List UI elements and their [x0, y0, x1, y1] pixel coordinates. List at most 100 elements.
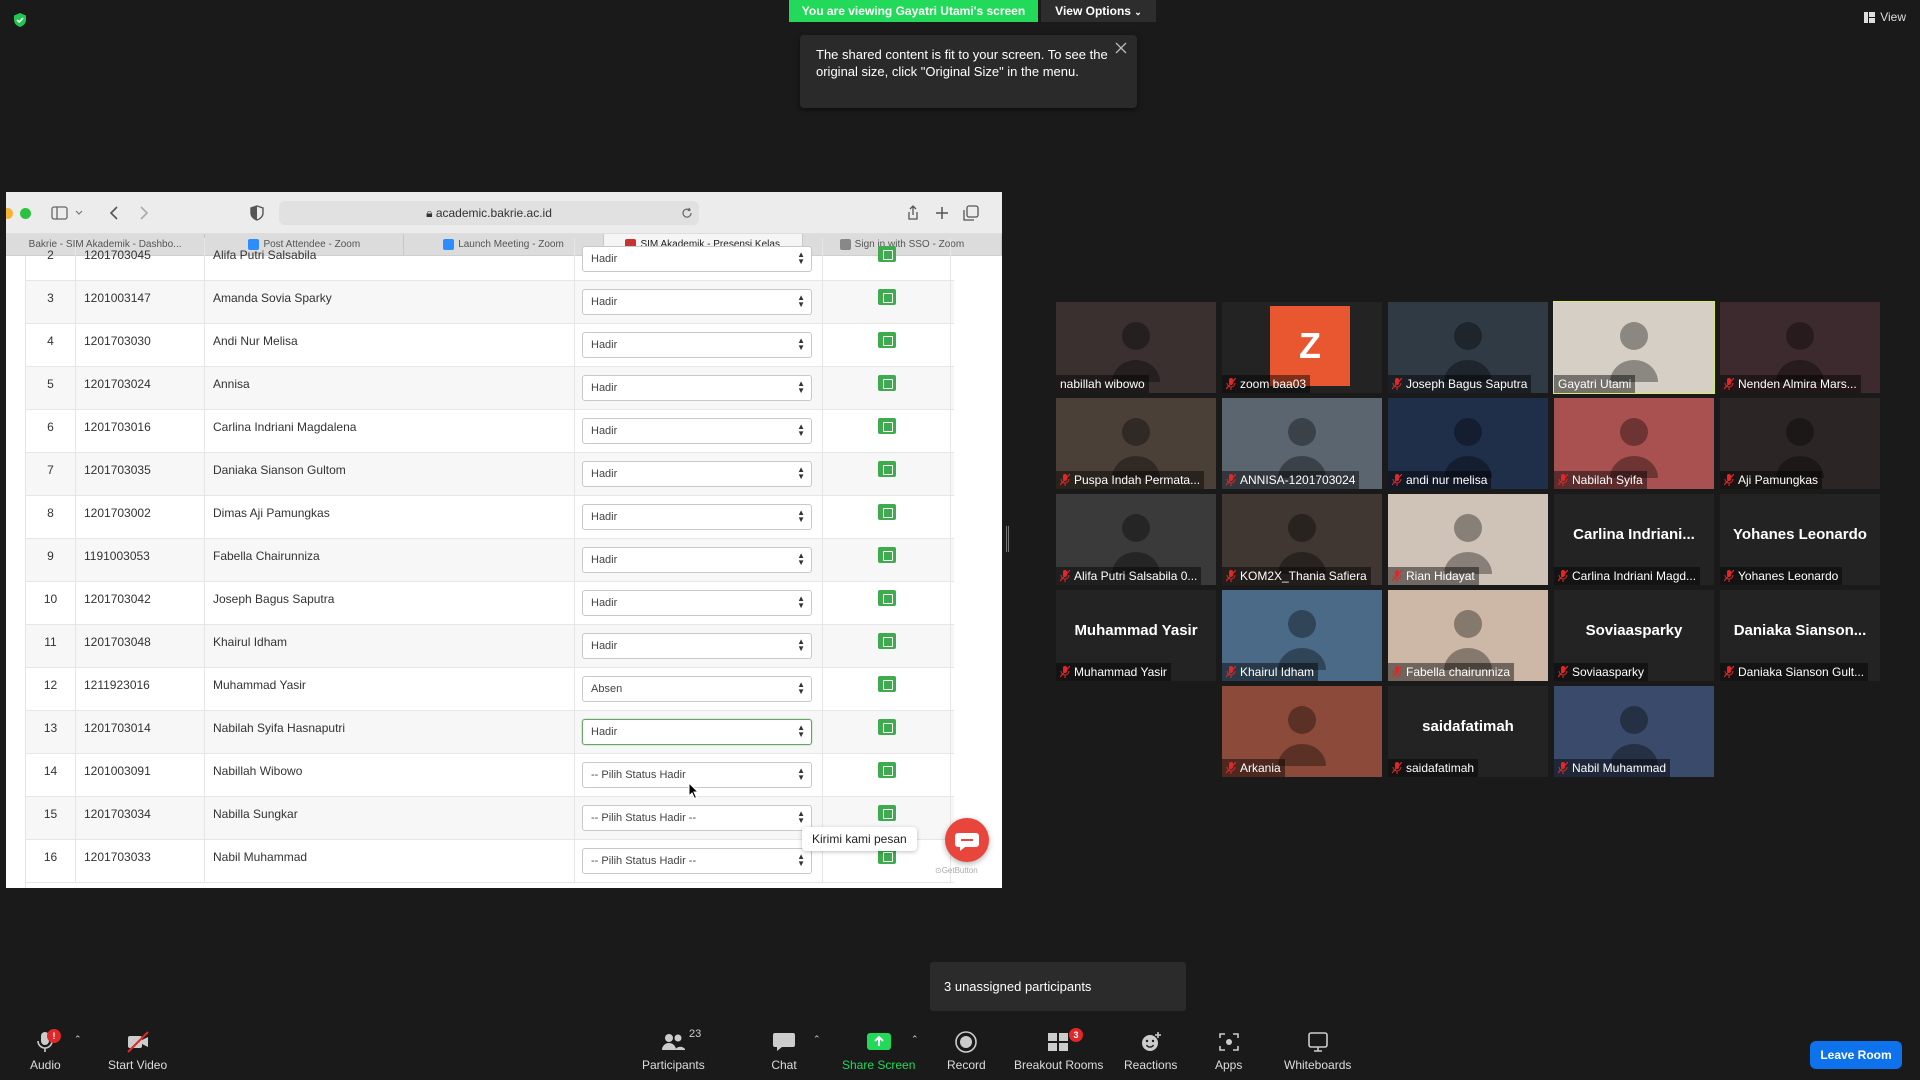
share-icon[interactable]	[904, 204, 922, 222]
participant-tile[interactable]: Joseph Bagus Saputra	[1388, 302, 1548, 393]
save-icon[interactable]	[878, 246, 896, 262]
attendance-status-select[interactable]: Hadir ▲ ▼	[582, 375, 812, 401]
unassigned-participants-popup[interactable]: 3 unassigned participants	[930, 962, 1186, 1011]
attendance-status-select[interactable]: Hadir ▲ ▼	[582, 418, 812, 444]
window-close-dot[interactable]	[6, 208, 13, 219]
muted-mic-icon	[1724, 378, 1734, 390]
participant-tile[interactable]: Puspa Indah Permata...	[1056, 398, 1216, 489]
participant-tile[interactable]: ANNISA-1201703024	[1222, 398, 1382, 489]
participant-tile[interactable]: andi nur melisa	[1388, 398, 1548, 489]
save-icon[interactable]	[878, 504, 896, 520]
action-cell	[823, 582, 951, 625]
attendance-status-select[interactable]: -- Pilih Status Hadir -- ▲ ▼	[582, 805, 812, 831]
muted-mic-icon	[1392, 762, 1402, 774]
save-icon[interactable]	[878, 461, 896, 477]
participant-tile[interactable]: Yohanes Leonardo Yohanes Leonardo	[1720, 494, 1880, 585]
privacy-shield-icon[interactable]	[248, 204, 266, 222]
save-icon[interactable]	[878, 418, 896, 434]
attendance-status-select[interactable]: Hadir ▲ ▼	[582, 504, 812, 530]
reload-icon[interactable]	[681, 207, 693, 219]
tab-overview-icon[interactable]	[962, 204, 980, 222]
save-icon[interactable]	[878, 676, 896, 692]
forward-icon[interactable]	[134, 204, 152, 222]
save-icon[interactable]	[878, 289, 896, 305]
save-icon[interactable]	[878, 805, 896, 821]
attendance-status-select[interactable]: Hadir ▲ ▼	[582, 590, 812, 616]
view-button[interactable]: View	[1864, 10, 1906, 24]
select-arrows-icon: ▲ ▼	[797, 379, 805, 395]
participant-name: Yohanes Leonardo	[1738, 569, 1839, 583]
leave-room-button[interactable]: Leave Room	[1810, 1041, 1902, 1069]
participant-tile[interactable]: Soviaasparky Soviaasparky	[1554, 590, 1714, 681]
attendance-status-select[interactable]: Hadir ▲ ▼	[582, 246, 812, 272]
attendance-status-select[interactable]: Hadir ▲ ▼	[582, 633, 812, 659]
chat-button[interactable]: Chat	[771, 1030, 797, 1072]
participant-tile[interactable]: Zzoom baa03	[1222, 302, 1382, 393]
attendance-status-select[interactable]: Absen ▲ ▼	[582, 676, 812, 702]
participant-tile[interactable]: nabillah wibowo	[1056, 302, 1216, 393]
save-icon[interactable]	[878, 719, 896, 735]
participant-tile[interactable]: Carlina Indriani... Carlina Indriani Magd…	[1554, 494, 1714, 585]
participant-tile[interactable]: saidafatimah saidafatimah	[1388, 686, 1548, 777]
whiteboards-button[interactable]: Whiteboards	[1284, 1030, 1351, 1072]
split-view-handle[interactable]	[1006, 526, 1009, 552]
attendance-status-select[interactable]: Hadir ▲ ▼	[582, 289, 812, 315]
save-icon[interactable]	[878, 375, 896, 391]
participant-tile[interactable]: Khairul Idham	[1222, 590, 1382, 681]
chat-widget-label[interactable]: Kirimi kami pesan	[802, 827, 917, 851]
participant-tile[interactable]: Muhammad Yasir Muhammad Yasir	[1056, 590, 1216, 681]
chevron-up-icon[interactable]: ⌃	[911, 1034, 919, 1045]
participant-tile[interactable]: Gayatri Utami	[1553, 301, 1715, 394]
record-button[interactable]: Record	[947, 1030, 986, 1072]
participant-tile[interactable]: Nabil Muhammad	[1554, 686, 1714, 777]
participant-tile[interactable]: Aji Pamungkas	[1720, 398, 1880, 489]
start-video-button[interactable]: Start Video	[108, 1030, 167, 1072]
close-icon[interactable]	[1113, 40, 1129, 56]
new-tab-icon[interactable]	[933, 204, 951, 222]
view-options-button[interactable]: View Options ⌄	[1041, 0, 1156, 22]
student-name: Nabil Muhammad	[205, 840, 575, 883]
attendance-status-select[interactable]: Hadir ▲ ▼	[582, 332, 812, 358]
participant-tile[interactable]: Rian Hidayat	[1388, 494, 1548, 585]
attendance-status-select[interactable]: -- Pilih Status Hadir -- ▲ ▼	[582, 848, 812, 874]
shield-icon[interactable]	[12, 12, 28, 28]
reactions-button[interactable]: Reactions	[1124, 1030, 1177, 1072]
chat-widget-button[interactable]	[945, 818, 989, 862]
participant-tile[interactable]: Nabilah Syifa	[1554, 398, 1714, 489]
participant-tile[interactable]: Fabella chairunniza	[1388, 590, 1548, 681]
person-silhouette-icon	[1112, 418, 1160, 478]
save-icon[interactable]	[878, 332, 896, 348]
participant-name-bar: ANNISA-1201703024	[1222, 471, 1360, 489]
participant-name-bar: Nabilah Syifa	[1554, 471, 1647, 489]
back-icon[interactable]	[106, 204, 124, 222]
participant-tile[interactable]: Nenden Almira Mars...	[1720, 302, 1880, 393]
participant-name-bar: Soviaasparky	[1554, 663, 1649, 681]
participant-tile[interactable]: Daniaka Sianson... Daniaka Sianson Gult..…	[1720, 590, 1880, 681]
attendance-status-select[interactable]: Hadir ▲ ▼	[582, 547, 812, 573]
table-row: 2 1201703045 Alifa Putri Salsabila Hadir ▲ ▼	[26, 238, 954, 281]
attendance-status-select[interactable]: Hadir ▲ ▼	[582, 719, 812, 745]
muted-mic-icon	[1392, 474, 1402, 486]
breakout-rooms-button[interactable]: Breakout Rooms	[1014, 1030, 1103, 1072]
action-cell	[823, 281, 951, 324]
participant-tile[interactable]: Alifa Putri Salsabila 0...	[1056, 494, 1216, 585]
apps-button[interactable]: Apps	[1215, 1030, 1242, 1072]
attendance-status-select[interactable]: Hadir ▲ ▼	[582, 461, 812, 487]
address-bar[interactable]: 🔒︎ academic.bakrie.ac.id	[279, 201, 699, 225]
save-icon[interactable]	[878, 762, 896, 778]
save-icon[interactable]	[878, 633, 896, 649]
chevron-up-icon[interactable]: ⌃	[813, 1034, 821, 1045]
person-silhouette-icon	[1112, 322, 1160, 382]
share-screen-button[interactable]: Share Screen	[842, 1030, 915, 1072]
window-zoom-dot[interactable]	[20, 208, 31, 219]
chevron-down-icon[interactable]	[74, 204, 84, 222]
save-icon[interactable]	[878, 590, 896, 606]
participant-tile[interactable]: KOM2X_Thania Safiera	[1222, 494, 1382, 585]
save-icon[interactable]	[878, 547, 896, 563]
chevron-up-icon[interactable]: ⌃	[74, 1034, 82, 1045]
chat-bubble-icon	[955, 833, 979, 851]
audio-alert-badge: !	[47, 1029, 61, 1043]
row-number: 12	[26, 668, 76, 711]
sidebar-icon[interactable]	[51, 204, 69, 222]
participant-tile[interactable]: Arkania	[1222, 686, 1382, 777]
